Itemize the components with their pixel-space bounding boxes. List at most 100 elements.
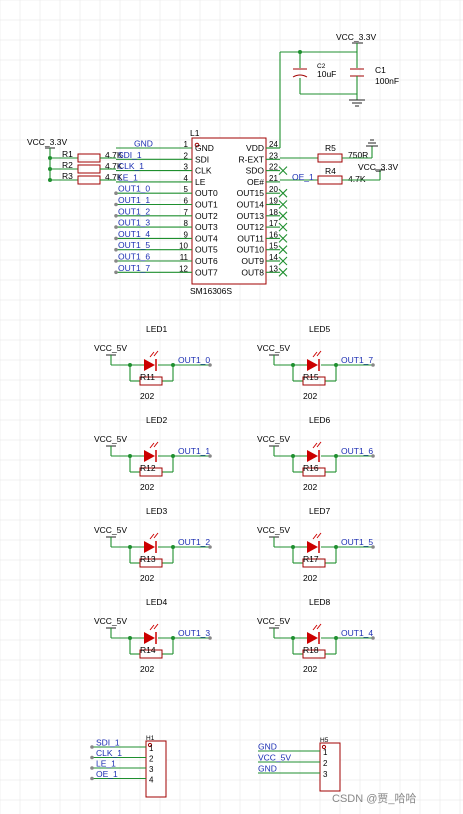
h1-net-label: LE_1 — [96, 759, 116, 769]
ic-pin-name: OUT4 — [195, 233, 218, 243]
led-designator: LED5 — [309, 324, 331, 334]
net-port — [90, 776, 94, 781]
led-emission-arrow — [149, 533, 155, 540]
net-label: GND — [134, 139, 153, 149]
led-vcc-label: VCC_5V — [257, 434, 290, 444]
ic-pin-number: 4 — [184, 174, 189, 183]
led-emission-arrow — [153, 623, 159, 630]
ic-pin-number: 22 — [269, 163, 278, 172]
junction — [171, 454, 175, 458]
ic-pin-name: OUT14 — [237, 200, 265, 210]
ic-pin-number: 3 — [184, 163, 189, 172]
c2-value: 10uF — [317, 69, 336, 79]
led-diode-icon — [144, 632, 155, 644]
ic-pin-name: OUT12 — [237, 222, 265, 232]
h5-net-label: VCC_5V — [258, 753, 291, 763]
led-circuit: LED1 VCC_5V OUT1_0 R11 202 — [94, 324, 212, 401]
led-net-label: OUT1_3 — [178, 628, 210, 638]
led-emission-arrow — [312, 442, 318, 449]
led-vcc-label: VCC_5V — [94, 525, 127, 535]
led-emission-arrow — [312, 624, 318, 631]
net-label: OUT1_7 — [118, 263, 150, 273]
net-port — [371, 636, 375, 640]
ic-designator: L1 — [190, 128, 200, 138]
resistor-value: 202 — [303, 482, 317, 492]
vcc-top-label: VCC_3.3V — [336, 32, 376, 42]
c1-value: 100nF — [375, 76, 399, 86]
ic-pin-name: VDD — [246, 143, 264, 153]
junction — [171, 545, 175, 549]
junction — [291, 545, 295, 549]
net-label: CLK_1 — [118, 161, 144, 171]
led-circuit: LED7 VCC_5V OUT1_5 R17 202 — [257, 506, 375, 583]
ic-pin-name: OUT2 — [195, 211, 218, 221]
led-circuit: LED3 VCC_5V OUT1_2 R13 202 — [94, 506, 212, 583]
led-circuit: LED2 VCC_5V OUT1_1 R12 202 — [94, 415, 212, 492]
h1-net-label: CLK_1 — [96, 748, 122, 758]
junction — [291, 636, 295, 640]
ic-pin-number: 6 — [184, 197, 189, 206]
led-emission-arrow — [312, 533, 318, 540]
resistor-designator: R18 — [303, 645, 319, 655]
h5-pin-number: 3 — [323, 770, 328, 779]
ic-sm16306s: L1 SM16306S 1 GND GND 2 SDI SDI_1 3 CLK CLK_1 4 LE… — [100, 128, 288, 296]
ic-pin-number: 10 — [179, 242, 188, 251]
ic-pin-number: 14 — [269, 253, 278, 262]
led-diode-icon — [144, 359, 155, 371]
led-designator: LED1 — [146, 324, 168, 334]
led-emission-arrow — [153, 350, 159, 357]
junction — [128, 454, 132, 458]
r5-ref: R5 — [325, 143, 336, 153]
schematic-canvas: VCC_3.3V C2 10uF C1 100nF VCC_3.3V R1 R2… — [0, 0, 463, 814]
ic-pin-name: GND — [195, 143, 214, 153]
watermark: CSDN @贾_哈哈 — [332, 792, 417, 805]
net-port — [371, 545, 375, 549]
ic-pin-number: 19 — [269, 197, 278, 206]
ic-pin-name: SDI — [195, 154, 209, 164]
resistor-designator: R16 — [303, 463, 319, 473]
net-port — [114, 270, 118, 275]
led-circuit: LED4 VCC_5V OUT1_3 R14 202 — [94, 597, 212, 674]
led-circuit: LED8 VCC_5V OUT1_4 R18 202 — [257, 597, 375, 674]
ic-pin-name: OE# — [247, 177, 264, 187]
led-emission-arrow — [312, 351, 318, 358]
resistor-value: 202 — [140, 482, 154, 492]
led-emission-arrow — [316, 623, 322, 630]
ic-pin-name: OUT7 — [195, 267, 218, 277]
led-emission-arrow — [316, 350, 322, 357]
led-designator: LED7 — [309, 506, 331, 516]
h1-pin-number: 2 — [149, 755, 154, 764]
ic-pin-number: 11 — [180, 253, 189, 262]
ic-right-pins: 24 VDD 23 R-EXT 22 SDO 21 OE# 20 OUT15 19 OUT14 18 OU… — [237, 140, 288, 277]
resistor-value: 202 — [140, 391, 154, 401]
ic-pin-name: LE — [195, 177, 206, 187]
ic-pin-number: 16 — [269, 230, 278, 239]
r3-ref: R3 — [62, 171, 73, 181]
led-emission-arrow — [316, 532, 322, 539]
header-h1: H1 SDI_11CLK_12LE_13OE_14 — [90, 735, 167, 798]
led-designator: LED8 — [309, 597, 331, 607]
vcc-left-label: VCC_3.3V — [27, 137, 67, 147]
resistor-designator: R11 — [140, 372, 155, 382]
ic-pin-name: SDO — [246, 166, 265, 176]
net-port — [208, 636, 212, 640]
h1-pins: SDI_1 1 CLK_1 2 LE_1 3 OE_1 4 — [90, 738, 154, 785]
led-vcc-label: VCC_5V — [257, 616, 290, 626]
ic-pin-number: 2 — [184, 151, 189, 160]
h5-net-label: GND — [258, 742, 277, 752]
net-label: OUT1_2 — [118, 206, 150, 216]
junction — [334, 545, 338, 549]
h1-net-label: SDI_1 — [96, 738, 120, 748]
oe-net-label: OE_1 — [292, 172, 314, 182]
pullup-network: VCC_3.3V R1 R2 R3 4.7K 4.7K 4.7K — [27, 137, 123, 185]
ground-icon — [349, 99, 365, 107]
led-vcc-label: VCC_5V — [94, 434, 127, 444]
led-emission-arrow — [316, 441, 322, 448]
h5-net-label: GND — [258, 764, 277, 774]
ic-pin-name: OUT0 — [195, 188, 218, 198]
resistor-value: 202 — [303, 664, 317, 674]
r4-value: 4.7K — [348, 174, 366, 184]
junction — [291, 454, 295, 458]
ic-pin-name: R-EXT — [239, 154, 265, 164]
resistor-value: 202 — [303, 573, 317, 583]
